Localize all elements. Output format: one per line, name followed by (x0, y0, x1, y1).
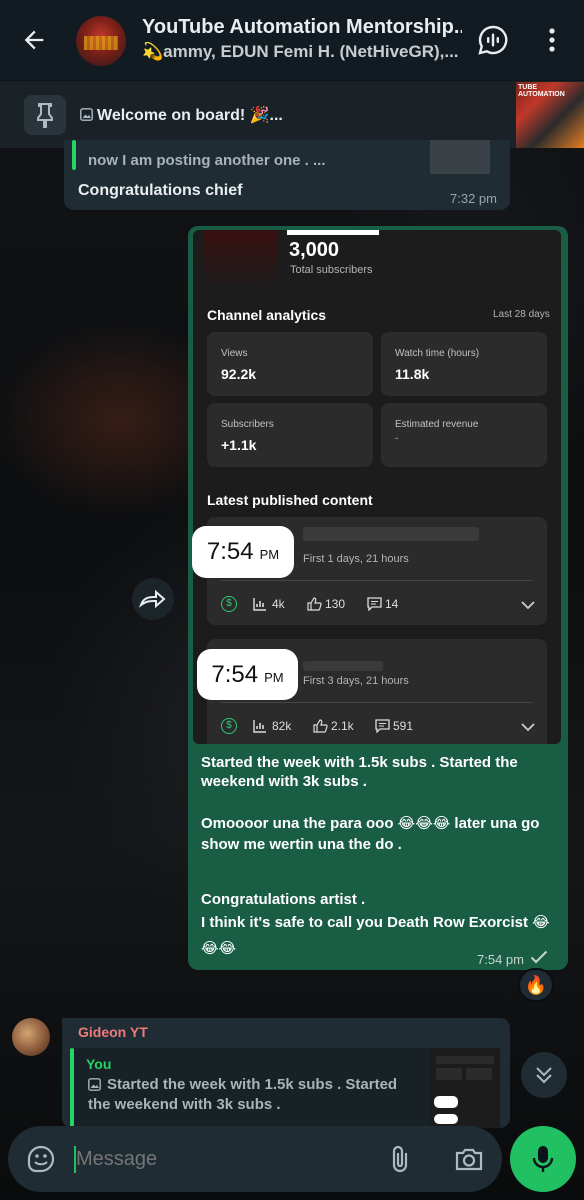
message-text: Congratulations chief (78, 182, 243, 199)
subscribers-label: Subscribers (221, 419, 274, 430)
watch-time-label: Watch time (hours) (395, 348, 480, 359)
quote-accent-bar (72, 140, 76, 170)
comments-count: 14 (385, 597, 399, 611)
revenue-card: Estimated revenue - (381, 403, 547, 467)
message-text-line: weekend with 3k subs . (201, 773, 367, 790)
sender-avatar[interactable] (12, 1018, 50, 1056)
comments-icon (375, 719, 390, 733)
pinned-message-text: Welcome on board! 🎉... (97, 107, 283, 124)
time-overlay-chip: 7:54 PM (192, 526, 294, 578)
sent-check-icon (530, 950, 548, 964)
analytics-title: Channel analytics (207, 307, 327, 323)
analytics-period: Last 28 days (493, 309, 550, 320)
revenue-value: - (395, 433, 399, 444)
like-icon (313, 719, 328, 733)
attach-icon[interactable] (388, 1144, 412, 1174)
message-time: 7:54 pm (477, 952, 524, 967)
message-text-line: 😂😂 (201, 940, 237, 957)
message-text-line: Congratulations artist . (201, 891, 366, 908)
forward-icon (139, 589, 166, 609)
chevron-down-icon (521, 723, 535, 732)
redacted-title (303, 661, 383, 671)
message-text-line: show me wertin una the do . (201, 836, 402, 853)
divider (221, 580, 533, 581)
redaction-bar (287, 230, 379, 235)
watch-time-card: Watch time (hours) 11.8k (381, 332, 547, 396)
subscriber-count: 3,000 (289, 239, 340, 261)
like-icon (307, 597, 322, 611)
views-count: 82k (272, 719, 292, 733)
revenue-label: Estimated revenue (395, 419, 479, 430)
time-overlay-chip: 7:54 PM (197, 649, 298, 700)
back-arrow-icon[interactable] (20, 26, 48, 54)
redacted-title (303, 527, 479, 541)
quoted-text: now I am posting another one . ... (88, 152, 326, 169)
voice-record-button[interactable] (510, 1126, 576, 1192)
quoted-text: Started the week with 1.5k subs . Starte… (107, 1076, 398, 1093)
latest-content-title: Latest published content (207, 492, 373, 508)
message-input[interactable] (76, 1140, 376, 1178)
subscriber-label: Total subscribers (290, 264, 373, 276)
chat-header: YouTube Automation Mentorship... 💫ammy, … (0, 0, 584, 80)
more-options-icon[interactable] (544, 26, 560, 54)
image-icon (80, 108, 93, 121)
message-text-line: I think it's safe to call you Death Row … (201, 914, 550, 931)
message-text-line: Started the week with 1.5k subs . Starte… (201, 754, 518, 771)
likes-count: 130 (325, 597, 346, 611)
overlay-ampm: PM (259, 547, 280, 562)
pin-icon (24, 95, 66, 135)
quoted-thumbnail (430, 140, 490, 174)
scroll-to-bottom-button[interactable] (521, 1052, 567, 1098)
incoming-message-bubble[interactable]: now I am posting another one . ... Congr… (64, 140, 510, 210)
likes-count: 2.1k (331, 719, 354, 733)
quoted-text: the weekend with 3k subs . (88, 1096, 281, 1113)
chat-participants[interactable]: 💫ammy, EDUN Femi H. (NetHiveGR),... (142, 42, 462, 62)
pinned-message-bar[interactable]: Welcome on board! 🎉... (0, 80, 584, 148)
sticker-icon[interactable] (26, 1144, 56, 1174)
quote-accent-bar (70, 1048, 74, 1128)
incoming-message-bubble[interactable]: Gideon YT You Started the week with 1.5k… (62, 1018, 510, 1128)
divider (221, 702, 533, 703)
content-age: First 1 days, 21 hours (303, 553, 409, 565)
quoted-author: You (86, 1056, 112, 1072)
overlay-ampm: PM (264, 670, 284, 685)
chat-title[interactable]: YouTube Automation Mentorship... (142, 16, 462, 39)
comments-count: 591 (393, 719, 414, 733)
message-text-line: Omoooor una the para ooo 😂😂😂 later una g… (201, 815, 540, 832)
quoted-thumbnail (430, 1048, 500, 1128)
chevron-down-icon (521, 601, 535, 610)
voice-chat-icon[interactable] (478, 25, 508, 55)
message-time: 7:32 pm (450, 191, 497, 206)
views-icon (253, 598, 266, 611)
monetization-icon: $ (221, 718, 237, 734)
monetization-icon: $ (221, 596, 237, 612)
channel-thumbnail (203, 230, 277, 288)
subscribers-card: Subscribers +1.1k (207, 403, 373, 467)
subscribers-value: +1.1k (221, 437, 257, 453)
comments-icon (367, 597, 382, 611)
group-avatar[interactable] (76, 16, 126, 66)
image-icon (88, 1078, 101, 1091)
camera-icon[interactable] (454, 1146, 484, 1172)
content-age: First 3 days, 21 hours (303, 675, 409, 687)
sender-name[interactable]: Gideon YT (78, 1024, 148, 1040)
views-label: Views (221, 348, 248, 359)
views-card: Views 92.2k (207, 332, 373, 396)
views-count: 4k (272, 597, 285, 611)
quoted-message[interactable]: You Started the week with 1.5k subs . St… (70, 1048, 500, 1128)
message-composer (8, 1126, 502, 1192)
microphone-icon (532, 1146, 554, 1172)
watch-time-value: 11.8k (395, 366, 430, 382)
views-icon (253, 720, 266, 733)
views-value: 92.2k (221, 366, 257, 382)
double-chevron-down-icon (536, 1067, 552, 1084)
overlay-time: 7:54 (206, 538, 254, 565)
pinned-thumbnail[interactable]: TUBE AUTOMATION (516, 82, 584, 148)
forward-button[interactable] (132, 578, 174, 620)
overlay-time: 7:54 (211, 661, 259, 688)
message-reaction[interactable]: 🔥 (518, 968, 554, 1002)
